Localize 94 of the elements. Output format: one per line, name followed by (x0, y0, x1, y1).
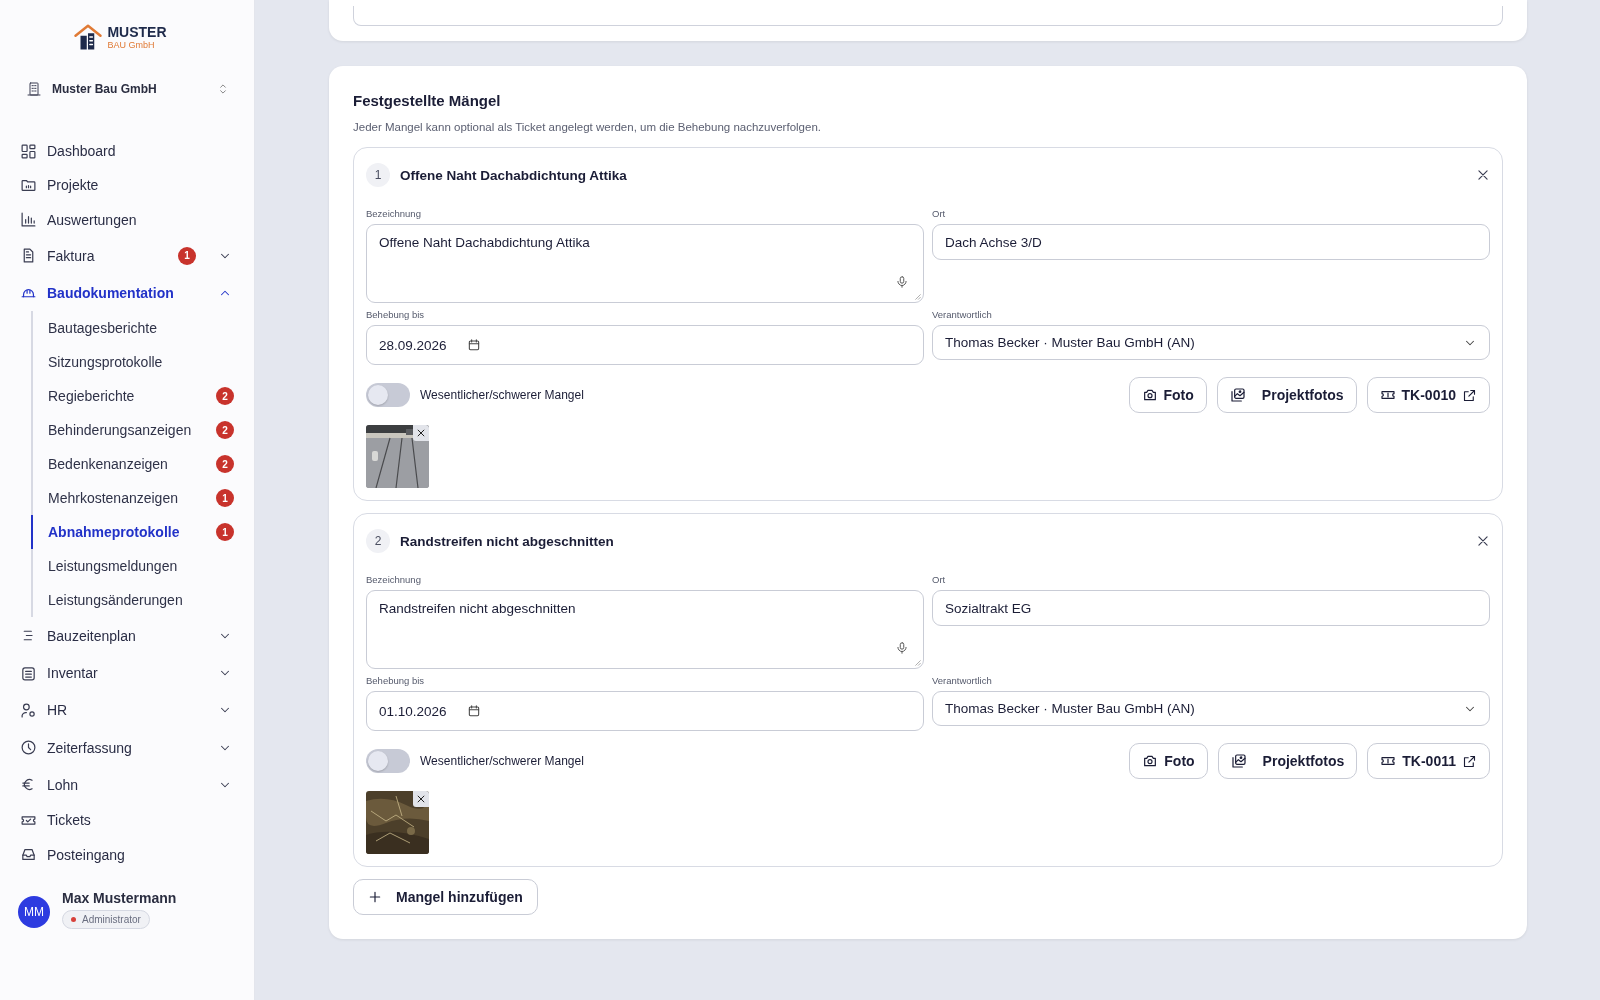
count-badge: 1 (216, 523, 234, 542)
nav-subitem[interactable]: Abnahmeprotokolle 1 (31, 515, 254, 550)
field-label: Ort (932, 208, 947, 219)
text-field[interactable] (353, 6, 1503, 26)
role-badge: Administrator (62, 910, 150, 929)
close-icon[interactable] (1476, 534, 1490, 548)
section-description: Jeder Mangel kann optional als Ticket angelegt werden, um die Behebung nachzuverfolgen. (353, 121, 822, 133)
plus-icon (368, 890, 382, 904)
responsible-dropdown[interactable]: Thomas Becker · Muster Bau GmbH (AN) (932, 691, 1490, 726)
field-label: Bezeichnung (366, 574, 422, 585)
microphone-icon (895, 275, 909, 289)
defect-title: Randstreifen nicht abgeschnitten (400, 533, 615, 549)
close-icon[interactable] (1476, 168, 1490, 182)
nav-item[interactable]: Projekte (0, 168, 254, 203)
camera-icon (1141, 387, 1158, 403)
external-link-icon (1462, 753, 1477, 769)
field-label: Behebung bis (366, 675, 426, 686)
remove-photo-button[interactable] (413, 425, 429, 441)
date-field[interactable]: 28.09.2026 (366, 325, 924, 365)
count-badge: 2 (216, 455, 234, 474)
close-icon (416, 794, 426, 804)
defect-title: Offene Naht Dachabdichtung Attika (400, 167, 628, 183)
bar-chart-icon (20, 211, 37, 229)
location-field[interactable]: Sozialtrakt EG (932, 590, 1490, 626)
images-icon (1230, 753, 1247, 769)
project-photos-button[interactable]: Projektfotos (1216, 377, 1357, 413)
description-field[interactable]: Randstreifen nicht abgeschnitten (366, 590, 924, 669)
photo-button[interactable]: Foto (1129, 743, 1208, 779)
toggle-switch[interactable] (366, 749, 410, 773)
nav-item[interactable]: Auswertungen (0, 202, 254, 237)
location-field[interactable]: Dach Achse 3/D (932, 224, 1490, 260)
toggle-label: Wesentlicher/schwerer Mangel (420, 388, 585, 402)
folder-icon (20, 177, 37, 194)
user-name: Max Mustermann (62, 890, 177, 906)
logo-subtitle: BAU GmbH (107, 39, 156, 50)
nav-item[interactable]: Faktura 1 (0, 237, 254, 275)
nav-item[interactable]: Lohn (0, 766, 254, 804)
cabinet-icon (20, 664, 37, 682)
field-label: Verantwortlich (932, 675, 993, 686)
section-title: Festgestellte Mängel (353, 92, 502, 109)
toggle-switch[interactable] (366, 383, 410, 407)
number-badge: 1 (366, 163, 390, 187)
nav-item[interactable]: Zeiterfassung (0, 728, 254, 767)
nav-subitem[interactable]: Bautagesberichte (31, 311, 254, 346)
nav-item[interactable]: Posteingang (0, 837, 254, 872)
field-label: Verantwortlich (932, 309, 993, 320)
clock-icon (20, 739, 37, 756)
nav-item[interactable]: Bauzeitenplan (0, 617, 254, 655)
nav-item[interactable]: Dashboard (0, 134, 254, 169)
description-field[interactable]: Offene Naht Dachabdichtung Attika (366, 224, 924, 303)
nav-item[interactable]: Baudokumentation (0, 274, 254, 312)
ticket-button[interactable]: TK-0010 (1366, 377, 1490, 413)
nav-subitem[interactable]: Behinderungsanzeigen 2 (31, 413, 254, 448)
house-logo-icon (73, 22, 104, 52)
grid-icon (20, 142, 37, 160)
nav-subitem[interactable]: Bedenkenanzeigen 2 (31, 447, 254, 482)
resize-grip-icon (913, 292, 921, 300)
add-defect-button[interactable]: Mangel hinzufügen (353, 879, 538, 915)
toggle-label: Wesentlicher/schwerer Mangel (420, 754, 585, 768)
ticket-button[interactable]: TK-0011 (1367, 743, 1490, 779)
number-badge: 2 (366, 529, 390, 553)
images-icon (1229, 387, 1246, 403)
nav-subitem[interactable]: Leistungsänderungen (31, 583, 254, 618)
count-badge: 2 (216, 421, 234, 440)
photo-button[interactable]: Foto (1128, 377, 1207, 413)
responsible-dropdown[interactable]: Thomas Becker · Muster Bau GmbH (AN) (932, 325, 1490, 360)
avatar: MM (18, 896, 50, 928)
close-icon (416, 428, 426, 438)
remove-photo-button[interactable] (413, 791, 429, 807)
user-gear-icon (20, 701, 37, 719)
company-switcher[interactable]: Muster Bau GmbH (26, 74, 230, 104)
nav-item[interactable]: HR (0, 691, 254, 729)
nav-subitem[interactable]: Leistungsmeldungen (31, 549, 254, 584)
logo-title: MUSTER (107, 24, 167, 40)
field-label: Bezeichnung (366, 208, 422, 219)
nav-subitem[interactable]: Mehrkostenanzeigen 1 (31, 481, 254, 516)
building-icon (26, 81, 42, 97)
count-badge: 1 (216, 489, 234, 508)
external-link-icon (1462, 387, 1477, 403)
calendar-icon (466, 338, 481, 352)
microphone-icon (895, 641, 909, 655)
nav-item[interactable]: Tickets (0, 803, 254, 838)
count-badge: 1 (178, 246, 196, 265)
nav-subitem[interactable]: Sitzungsprotokolle (31, 345, 254, 380)
calendar-icon (466, 704, 481, 718)
project-photos-button[interactable]: Projektfotos (1217, 743, 1358, 779)
nav-subitem[interactable]: Regieberichte 2 (31, 379, 254, 414)
camera-icon (1142, 753, 1159, 769)
date-field[interactable]: 01.10.2026 (366, 691, 924, 731)
field-label: Behebung bis (366, 309, 426, 320)
resize-grip-icon (913, 658, 921, 666)
nav-item[interactable]: Inventar (0, 654, 254, 692)
field-label: Ort (932, 574, 947, 585)
count-badge: 2 (216, 387, 234, 406)
